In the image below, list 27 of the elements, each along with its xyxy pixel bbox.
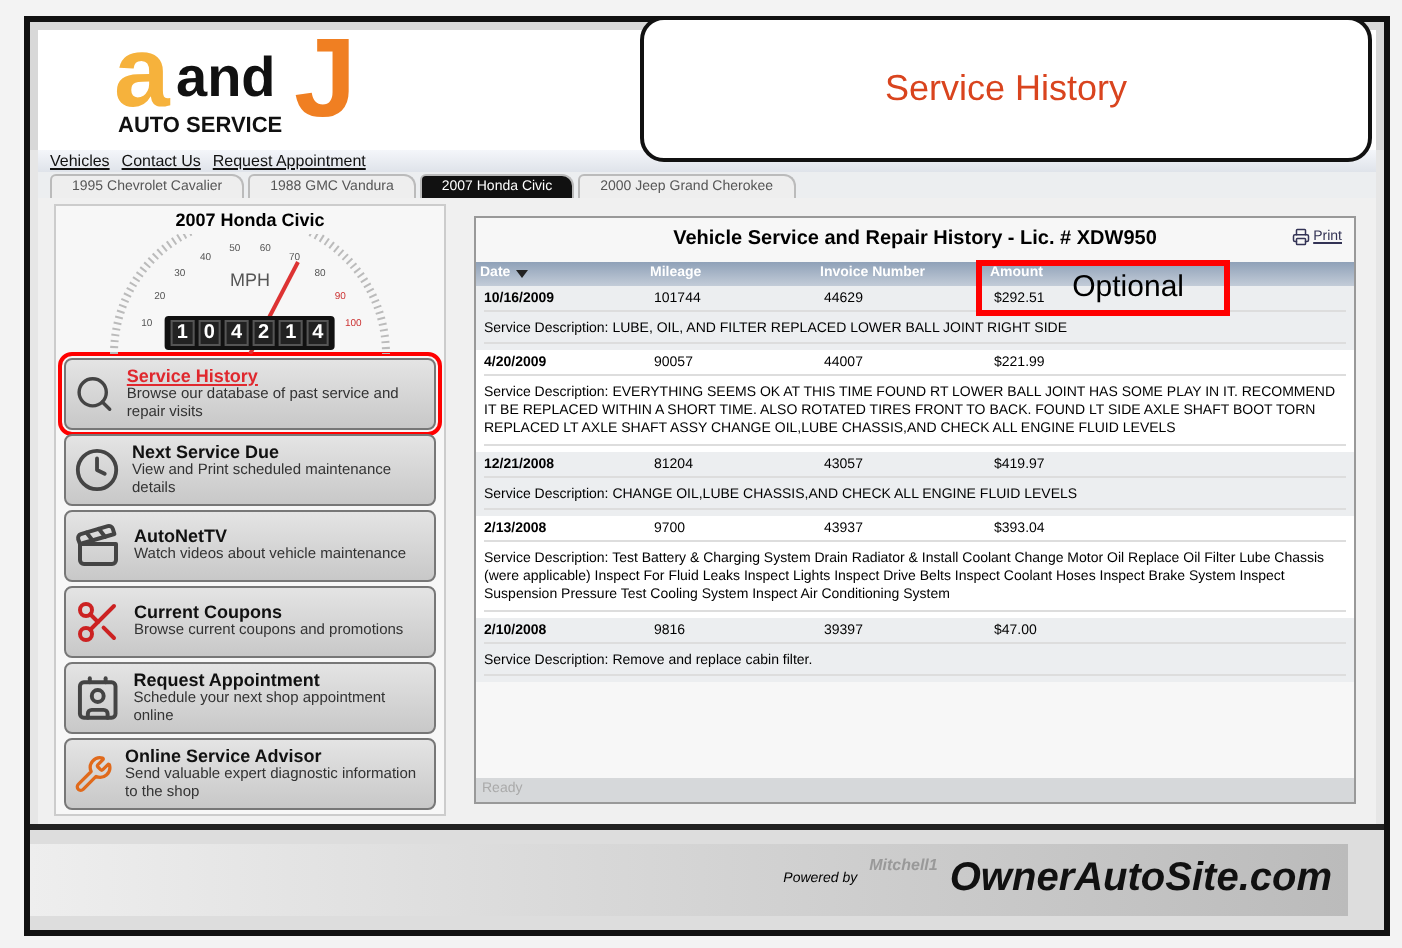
odometer-digit: 2 (252, 319, 276, 346)
site-logo: OwnerAutoSite.com (949, 856, 1332, 903)
vehicle-name: 2007 Honda Civic (173, 209, 327, 230)
callout-box: Service History (640, 16, 1372, 162)
menu-item[interactable]: Request Appointment (212, 152, 366, 171)
clock-icon (74, 445, 121, 494)
odometer-digit: 4 (224, 319, 248, 346)
clapperboard-icon (74, 521, 122, 570)
sidebar-item-title: Request Appointment (133, 669, 322, 690)
logo-letter: J (294, 22, 357, 135)
sidebar-item-title: Next Service Due (132, 441, 282, 462)
id-card-icon (74, 673, 122, 722)
scissors-icon (74, 597, 122, 646)
odometer-digit: 1 (279, 319, 303, 346)
panel-title: Vehicle Service and Repair History - Lic. # XDW950 (673, 228, 1157, 251)
odometer-digit: 1 (170, 319, 194, 346)
sidebar-item-title: AutoNetTV (134, 526, 229, 547)
sort-icon (516, 269, 529, 278)
sidebar-item-title: Service History (126, 365, 260, 386)
menu-item[interactable]: Vehicles (50, 152, 110, 171)
sidebar-item-title: Online Service Advisor (125, 745, 324, 766)
sidebar-item-title: Current Coupons (134, 602, 284, 623)
logo-word: and (176, 50, 276, 107)
menu-item[interactable]: Contact Us (121, 152, 201, 171)
odometer-digit: 4 (306, 319, 330, 346)
printer-icon (1291, 227, 1310, 246)
odometer-digit: 0 (197, 319, 221, 346)
